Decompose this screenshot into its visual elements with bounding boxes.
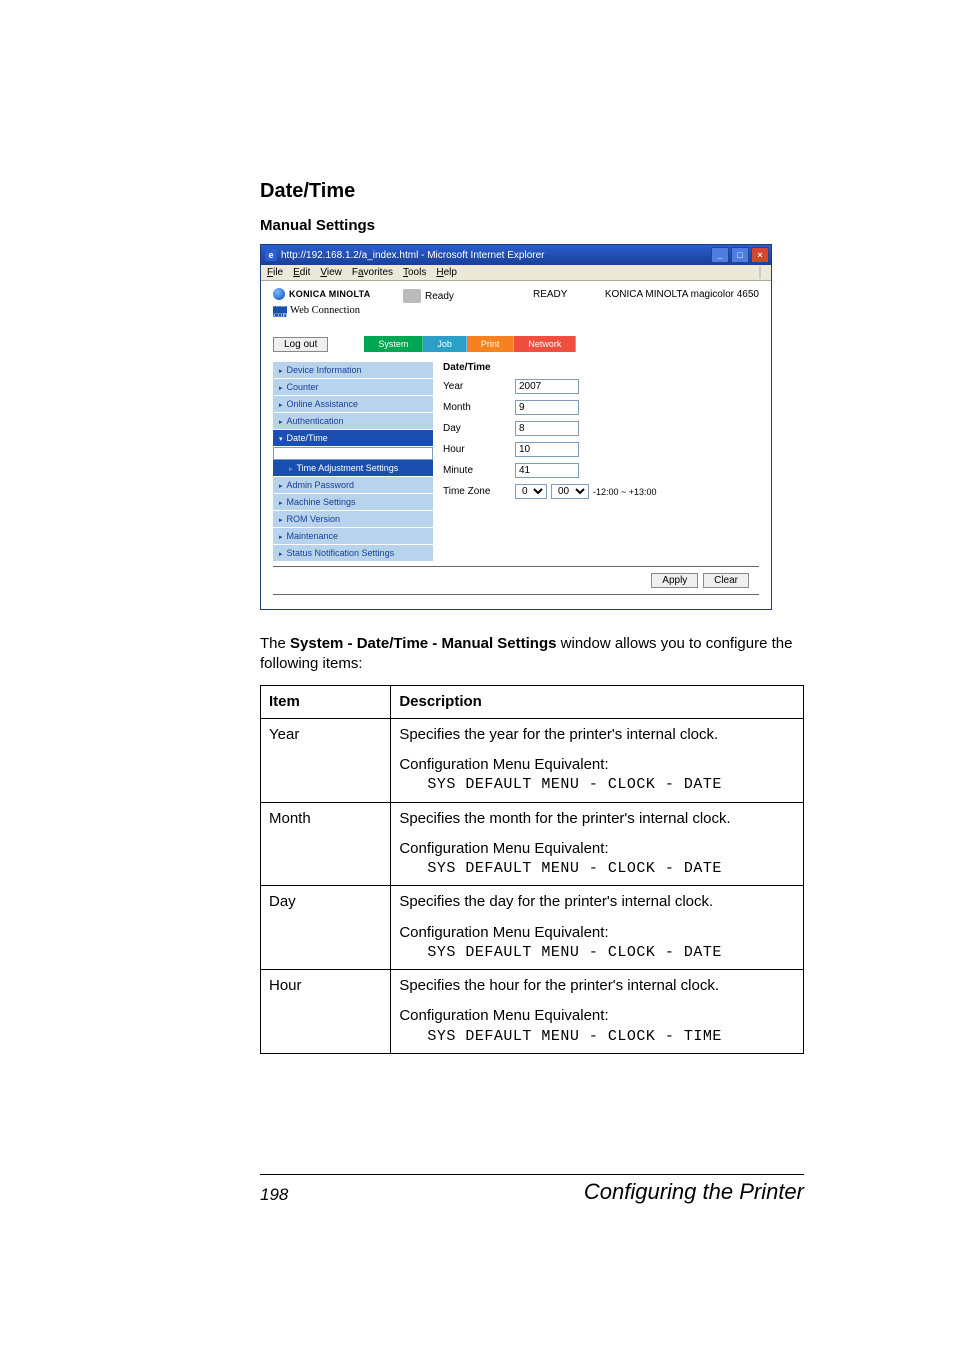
- table-row: Year Specifies the year for the printer'…: [261, 718, 804, 802]
- table-header-item: Item: [261, 685, 391, 718]
- km-globe-icon: [273, 288, 285, 300]
- tab-system[interactable]: System: [364, 336, 423, 352]
- sidebar-item-datetime[interactable]: Date/Time: [273, 430, 433, 447]
- cell-item: Day: [261, 886, 391, 970]
- intro-paragraph: The System - Date/Time - Manual Settings…: [260, 634, 804, 675]
- tab-print[interactable]: Print: [467, 336, 515, 352]
- sidebar: Device Information Counter Online Assist…: [273, 362, 433, 562]
- page-number: 198: [260, 1185, 288, 1205]
- hour-label: Hour: [443, 444, 515, 455]
- tab-network[interactable]: Network: [514, 336, 576, 352]
- year-label: Year: [443, 381, 515, 392]
- ie-icon: e: [265, 249, 277, 261]
- tab-job[interactable]: Job: [423, 336, 467, 352]
- menu-tools[interactable]: Tools: [403, 267, 426, 278]
- printer-icon: [403, 289, 421, 303]
- model-name: KONICA MINOLTA magicolor 4650: [605, 287, 759, 300]
- month-label: Month: [443, 402, 515, 413]
- cell-desc: Specifies the month for the printer's in…: [391, 802, 804, 886]
- sidebar-item-auth[interactable]: Authentication: [273, 413, 433, 430]
- section-heading: Date/Time: [260, 180, 804, 203]
- pagescope-label: Web Connection: [290, 303, 360, 320]
- sidebar-subitem-manual[interactable]: Manual Settings: [273, 447, 433, 460]
- cell-desc: Specifies the year for the printer's int…: [391, 718, 804, 802]
- sidebar-item-online[interactable]: Online Assistance: [273, 396, 433, 413]
- cell-item: Year: [261, 718, 391, 802]
- sidebar-item-device[interactable]: Device Information: [273, 362, 433, 379]
- form-title: Date/Time: [443, 362, 759, 373]
- cell-desc: Specifies the hour for the printer's int…: [391, 970, 804, 1054]
- window-title: http://192.168.1.2/a_index.html - Micros…: [281, 250, 544, 261]
- maximize-button[interactable]: □: [731, 247, 749, 263]
- sidebar-subitem-timeadj[interactable]: Time Adjustment Settings: [273, 460, 433, 477]
- timezone-hour-select[interactable]: 0: [515, 484, 547, 499]
- window-titlebar: e http://192.168.1.2/a_index.html - Micr…: [261, 245, 771, 265]
- ready-label: READY: [533, 287, 605, 300]
- ie-menubar: File Edit View Favorites Tools Help: [261, 265, 771, 281]
- subsection-heading: Manual Settings: [260, 217, 804, 234]
- timezone-label: Time Zone: [443, 486, 515, 497]
- cell-item: Hour: [261, 970, 391, 1054]
- status-text: Ready: [425, 291, 454, 302]
- timezone-minute-select[interactable]: 00: [551, 484, 589, 499]
- sidebar-item-status[interactable]: Status Notification Settings: [273, 545, 433, 562]
- sidebar-item-maint[interactable]: Maintenance: [273, 528, 433, 545]
- table-row: Month Specifies the month for the printe…: [261, 802, 804, 886]
- day-input[interactable]: [515, 421, 579, 436]
- ie-window: e http://192.168.1.2/a_index.html - Micr…: [260, 244, 772, 610]
- menu-file[interactable]: File: [267, 267, 283, 278]
- menu-help[interactable]: Help: [436, 267, 457, 278]
- minute-input[interactable]: [515, 463, 579, 478]
- ie-throbber-icon: [759, 267, 765, 278]
- table-row: Hour Specifies the hour for the printer'…: [261, 970, 804, 1054]
- chapter-title: Configuring the Printer: [584, 1179, 804, 1205]
- month-input[interactable]: [515, 400, 579, 415]
- apply-button[interactable]: Apply: [651, 573, 698, 588]
- timezone-range: -12:00 ~ +13:00: [593, 487, 657, 497]
- day-label: Day: [443, 423, 515, 434]
- menu-view[interactable]: View: [320, 267, 342, 278]
- minimize-button[interactable]: _: [711, 247, 729, 263]
- brand-name: KONICA MINOLTA: [289, 287, 371, 301]
- sidebar-item-admin[interactable]: Admin Password: [273, 477, 433, 494]
- pagescope-icon: PAGE SCOPE: [273, 306, 287, 317]
- minute-label: Minute: [443, 465, 515, 476]
- hour-input[interactable]: [515, 442, 579, 457]
- cell-desc: Specifies the day for the printer's inte…: [391, 886, 804, 970]
- sidebar-item-machine[interactable]: Machine Settings: [273, 494, 433, 511]
- logout-button[interactable]: Log out: [273, 337, 328, 352]
- table-header-desc: Description: [391, 685, 804, 718]
- sidebar-item-counter[interactable]: Counter: [273, 379, 433, 396]
- clear-button[interactable]: Clear: [703, 573, 749, 588]
- year-input[interactable]: [515, 379, 579, 394]
- table-row: Day Specifies the day for the printer's …: [261, 886, 804, 970]
- sidebar-item-rom[interactable]: ROM Version: [273, 511, 433, 528]
- cell-item: Month: [261, 802, 391, 886]
- page-footer: 198 Configuring the Printer: [260, 1174, 804, 1205]
- menu-favorites[interactable]: Favorites: [352, 267, 393, 278]
- menu-edit[interactable]: Edit: [293, 267, 310, 278]
- description-table: Item Description Year Specifies the year…: [260, 685, 804, 1054]
- close-button[interactable]: ×: [751, 247, 769, 263]
